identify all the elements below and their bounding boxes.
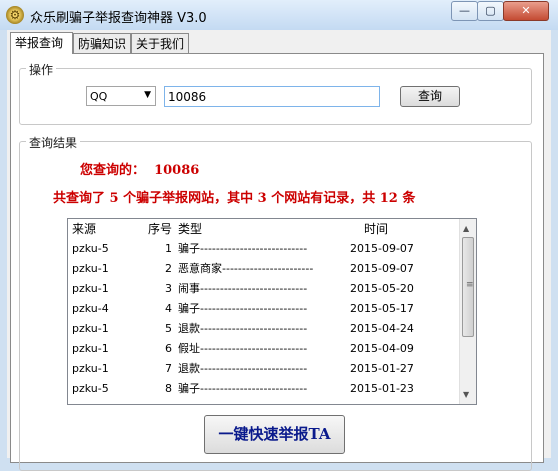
list-row[interactable]: pzku-1 5 退款--------------------------- 2…	[68, 319, 476, 339]
row-type: 假址---------------------------	[178, 342, 308, 355]
row-type: 闹事---------------------------	[178, 282, 308, 295]
operations-group-title: 操作	[26, 61, 57, 78]
row-type: 骗子---------------------------	[178, 242, 308, 255]
row-time: 2015-01-23	[350, 382, 414, 395]
row-type: 骗子---------------------------	[178, 382, 308, 395]
vertical-scrollbar[interactable]: ▲ ≡ ▼	[459, 219, 476, 404]
tab-fraud-knowledge[interactable]: 防骗知识	[73, 33, 131, 53]
row-no: 2	[165, 262, 172, 275]
list-row[interactable]: pzku-1 6 假址--------------------------- 2…	[68, 339, 476, 359]
column-header-no: 序号	[148, 222, 173, 236]
title-bar: ⚙ 众乐刷骗子举报查询神器 V3.0 — ▢ ✕	[0, 0, 558, 30]
window-client: 举报查询 防骗知识 关于我们 操作 QQ ▼ 查询 查询结果 您查询的： 100…	[7, 30, 551, 471]
row-no: 8	[165, 382, 172, 395]
row-source: pzku-1	[72, 282, 109, 295]
list-row[interactable]: pzku-1 3 闹事--------------------------- 2…	[68, 279, 476, 299]
account-type-value: QQ	[90, 90, 108, 103]
results-group-title: 查询结果	[26, 134, 81, 151]
row-no: 4	[165, 302, 172, 315]
scroll-thumb[interactable]: ≡	[462, 237, 474, 337]
list-row[interactable]: pzku-1 2 恶意商家----------------------- 201…	[68, 259, 476, 279]
window-title: 众乐刷骗子举报查询神器 V3.0	[30, 11, 207, 26]
list-row[interactable]: pzku-4 4 骗子--------------------------- 2…	[68, 299, 476, 319]
row-no: 1	[165, 242, 172, 255]
row-source: pzku-1	[72, 322, 109, 335]
row-time: 2015-05-20	[350, 282, 414, 295]
row-source: pzku-1	[72, 362, 109, 375]
close-icon: ✕	[521, 4, 531, 17]
query-value: 10086	[154, 163, 200, 178]
row-source: pzku-1	[72, 342, 109, 355]
row-source: pzku-5	[72, 242, 109, 255]
row-source: pzku-1	[72, 262, 109, 275]
row-time: 2015-04-24	[350, 322, 414, 335]
row-type: 退款---------------------------	[178, 322, 308, 335]
row-time: 2015-09-07	[350, 262, 414, 275]
row-time: 2015-01-27	[350, 362, 414, 375]
search-input[interactable]	[164, 86, 380, 107]
minimize-icon: —	[459, 4, 470, 17]
list-row[interactable]: pzku-1 7 退款--------------------------- 2…	[68, 359, 476, 379]
column-header-source: 来源	[72, 222, 97, 236]
results-list[interactable]: 来源 序号 类型 时间 pzku-5 1 骗子-----------------…	[67, 218, 477, 405]
tab-about-us[interactable]: 关于我们	[131, 33, 189, 53]
column-header-time: 时间	[364, 222, 389, 236]
tab-report-query[interactable]: 举报查询	[10, 32, 73, 54]
row-no: 3	[165, 282, 172, 295]
row-source: pzku-5	[72, 382, 109, 395]
maximize-button[interactable]: ▢	[477, 1, 504, 21]
minimize-button[interactable]: —	[451, 1, 478, 21]
scroll-up-icon[interactable]: ▲	[463, 224, 469, 233]
row-time: 2015-09-07	[350, 242, 414, 255]
tab-page-report-query: 操作 QQ ▼ 查询 查询结果 您查询的： 10086 共查询了 5 个骗子举报…	[10, 53, 544, 471]
query-button[interactable]: 查询	[400, 86, 460, 107]
list-row[interactable]: pzku-5 8 骗子--------------------------- 2…	[68, 379, 476, 399]
chevron-down-icon: ▼	[144, 90, 151, 100]
maximize-icon: ▢	[485, 4, 496, 17]
list-row[interactable]: pzku-5 1 骗子--------------------------- 2…	[68, 239, 476, 259]
column-header-type: 类型	[178, 222, 203, 236]
row-no: 6	[165, 342, 172, 355]
list-header: 来源 序号 类型 时间	[68, 219, 476, 239]
grip-icon: ≡	[466, 280, 474, 290]
app-logo-icon: ⚙	[6, 6, 24, 24]
row-time: 2015-04-09	[350, 342, 414, 355]
quick-report-button[interactable]: 一键快速举报TA	[204, 415, 345, 454]
account-type-select[interactable]: QQ ▼	[86, 86, 156, 106]
row-type: 恶意商家-----------------------	[178, 262, 314, 275]
row-time: 2015-05-17	[350, 302, 414, 315]
close-button[interactable]: ✕	[503, 1, 549, 21]
row-type: 退款---------------------------	[178, 362, 308, 375]
query-label: 您查询的：	[80, 163, 146, 178]
row-no: 5	[165, 322, 172, 335]
row-source: pzku-4	[72, 302, 109, 315]
row-no: 7	[165, 362, 172, 375]
query-echo: 您查询的： 10086	[80, 159, 199, 178]
scroll-down-icon[interactable]: ▼	[463, 390, 469, 399]
summary-text: 共查询了 5 个骗子举报网站，其中 3 个网站有记录，共 12 条	[53, 191, 416, 206]
row-type: 骗子---------------------------	[178, 302, 308, 315]
